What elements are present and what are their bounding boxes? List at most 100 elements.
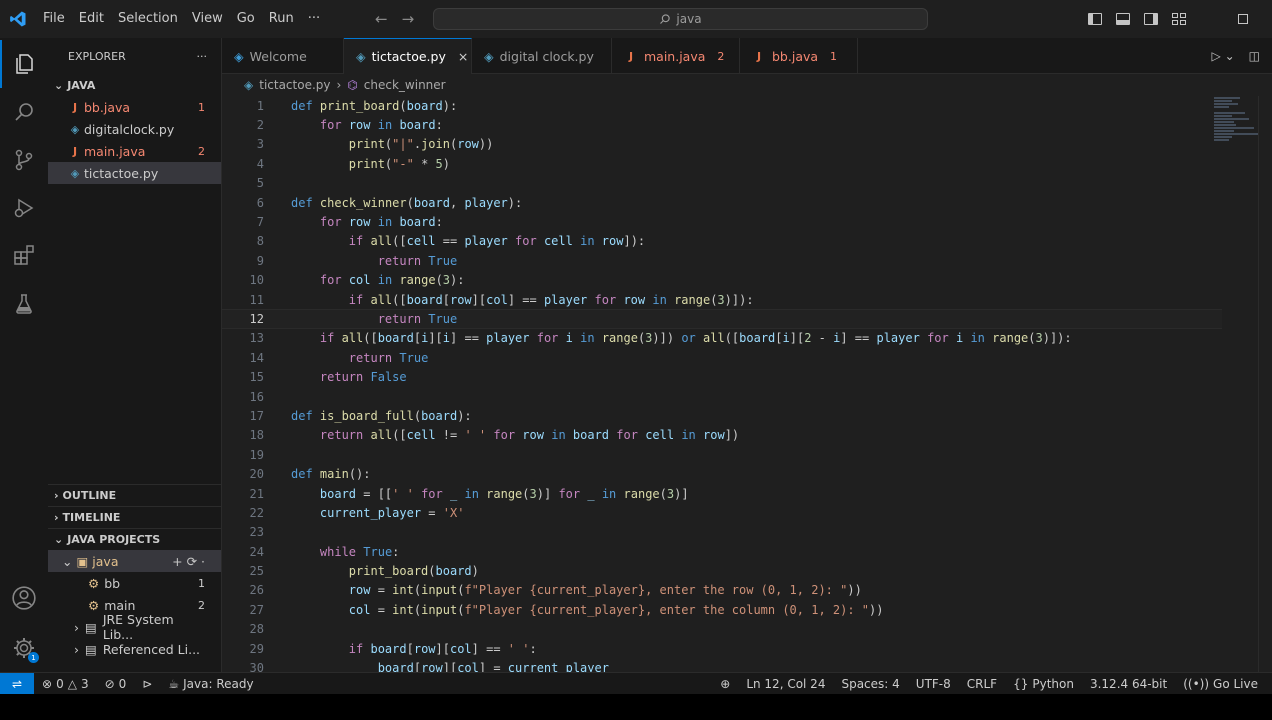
breadcrumb-file[interactable]: tictactoe.py	[259, 78, 330, 92]
code-line[interactable]: 29 if board[row][col] == ' ':	[222, 639, 1222, 658]
library-item-jre[interactable]: › ▤ JRE System Lib...	[48, 612, 221, 642]
breadcrumb: ◈ tictactoe.py › ⌬ check_winner	[222, 74, 1272, 96]
code-editor[interactable]: 1 def print_board(board): 2 for row in boa…	[222, 96, 1272, 672]
settings-gear-icon[interactable]: 1	[0, 624, 48, 672]
code-line[interactable]: 19	[222, 445, 1222, 464]
code-line[interactable]: 2 for row in board:	[222, 115, 1222, 134]
code-line[interactable]: 7 for row in board:	[222, 212, 1222, 231]
folder-java-header[interactable]: ⌄ JAVA	[48, 74, 221, 96]
package-item-bb[interactable]: ⚙ bb 1	[48, 572, 221, 594]
code-line[interactable]: 22 current_player = 'X'	[222, 503, 1222, 522]
code-line[interactable]: 6 def check_winner(board, player):	[222, 193, 1222, 212]
tab-bb-java[interactable]: J bb.java 1	[740, 38, 858, 74]
code-line[interactable]: 15 return False	[222, 367, 1222, 386]
tab-main-java[interactable]: J main.java 2	[612, 38, 740, 74]
timeline-section-header[interactable]: › TIMELINE	[48, 506, 221, 528]
code-line[interactable]: 11 if all([board[row][col] == player for…	[222, 290, 1222, 309]
go-live-button[interactable]: ((•)) Go Live	[1175, 677, 1266, 691]
java-status[interactable]: ☕ Java: Ready	[160, 677, 261, 691]
vertical-scrollbar[interactable]	[1258, 96, 1272, 672]
customize-layout-icon[interactable]	[1172, 13, 1186, 25]
code-line[interactable]: 24 while True:	[222, 542, 1222, 561]
library-item-referenced[interactable]: › ▤ Referenced Li...	[48, 638, 221, 660]
menu-more[interactable]: ···	[301, 0, 327, 38]
command-center-search[interactable]: java	[433, 8, 928, 30]
explorer-more-actions[interactable]: ···	[197, 50, 208, 63]
java-projects-section-header[interactable]: ⌄ JAVA PROJECTS	[48, 528, 221, 550]
code-line[interactable]: 12 return True	[222, 309, 1222, 329]
code-line[interactable]: 28	[222, 620, 1222, 639]
cursor-position[interactable]: Ln 12, Col 24	[738, 677, 833, 691]
code-line[interactable]: 8 if all([cell == player for cell in row…	[222, 232, 1222, 251]
code-line[interactable]: 18 return all([cell != ' ' for row in bo…	[222, 426, 1222, 445]
code-line[interactable]: 25 print_board(board)	[222, 561, 1222, 580]
minimap[interactable]	[1214, 96, 1258, 156]
account-icon[interactable]	[0, 574, 48, 622]
zoom-indicator[interactable]: ⊕	[712, 677, 738, 691]
menu-view[interactable]: View	[185, 0, 230, 38]
code-line[interactable]: 5	[222, 174, 1222, 193]
search-icon[interactable]	[0, 88, 48, 136]
code-line[interactable]: 26 row = int(input(f"Player {current_pla…	[222, 581, 1222, 600]
file-item-digitalclock-py[interactable]: ◈ digitalclock.py	[48, 118, 221, 140]
split-editor-icon[interactable]: ◫	[1249, 49, 1260, 63]
debug-indicator[interactable]: ⊳	[134, 677, 160, 691]
code-line[interactable]: 20 def main():	[222, 464, 1222, 483]
status-bar: ⇌ ⊗ 0 △ 3 ⊘ 0 ⊳ ☕ Java: Ready ⊕ Ln 12, C…	[0, 672, 1272, 694]
go-live-label: Go Live	[1213, 677, 1258, 691]
python-interpreter[interactable]: 3.12.4 64-bit	[1082, 677, 1175, 691]
toggle-panel-icon[interactable]	[1116, 13, 1130, 25]
outline-section-header[interactable]: › OUTLINE	[48, 484, 221, 506]
code-line[interactable]: 17 def is_board_full(board):	[222, 406, 1222, 425]
indentation[interactable]: Spaces: 4	[833, 677, 907, 691]
file-item-bb-java[interactable]: J bb.java 1	[48, 96, 221, 118]
toggle-secondary-sidebar-icon[interactable]	[1144, 13, 1158, 25]
menu-run[interactable]: Run	[262, 0, 301, 38]
code-line[interactable]: 30 board[row][col] = current_player	[222, 658, 1222, 672]
source-control-icon[interactable]	[0, 136, 48, 184]
menu-file[interactable]: File	[36, 0, 72, 38]
breadcrumb-symbol[interactable]: check_winner	[364, 78, 446, 92]
code-line[interactable]: 16	[222, 387, 1222, 406]
file-item-tictactoe-py[interactable]: ◈ tictactoe.py	[48, 162, 221, 184]
menu-go[interactable]: Go	[230, 0, 262, 38]
testing-flask-icon[interactable]	[0, 280, 48, 328]
code-line[interactable]: 1 def print_board(board):	[222, 96, 1222, 115]
code-line[interactable]: 9 return True	[222, 251, 1222, 270]
tab-digital-clock[interactable]: ◈ digital clock.py	[472, 38, 612, 74]
code-line[interactable]: 23	[222, 523, 1222, 542]
end-of-line[interactable]: CRLF	[959, 677, 1005, 691]
toggle-primary-sidebar-icon[interactable]	[1088, 13, 1102, 25]
line-source: def print_board(board):	[291, 98, 458, 113]
menu-edit[interactable]: Edit	[72, 0, 111, 38]
line-number: 18	[249, 428, 264, 443]
problems-indicator[interactable]: ⊗ 0 △ 3	[34, 677, 97, 691]
code-line[interactable]: 13 if all([board[i][i] == player for i i…	[222, 329, 1222, 348]
code-line[interactable]: 10 for col in range(3):	[222, 271, 1222, 290]
code-line[interactable]: 14 return True	[222, 348, 1222, 367]
line-source: board = [[' ' for _ in range(3)] for _ i…	[319, 486, 689, 501]
run-file-icon[interactable]: ▷ ⌄	[1212, 49, 1235, 63]
code-line[interactable]: 27 col = int(input(f"Player {current_pla…	[222, 600, 1222, 619]
run-debug-icon[interactable]	[0, 184, 48, 232]
forward-arrow-icon[interactable]: →	[402, 10, 415, 28]
back-arrow-icon[interactable]: ←	[375, 10, 388, 28]
explorer-icon[interactable]	[0, 40, 48, 88]
language-mode[interactable]: {} Python	[1005, 677, 1082, 691]
menu-selection[interactable]: Selection	[111, 0, 185, 38]
ports-indicator[interactable]: ⊘ 0	[97, 677, 135, 691]
maximize-icon[interactable]	[1238, 14, 1248, 24]
project-item-java[interactable]: ⌄ ▣ java + ⟳ ·	[48, 550, 221, 572]
project-actions[interactable]: + ⟳ ·	[172, 554, 205, 569]
code-line[interactable]: 4 print("-" * 5)	[222, 154, 1222, 173]
code-line[interactable]: 3 print("|".join(row))	[222, 135, 1222, 154]
close-tab-icon[interactable]: ×	[458, 49, 468, 64]
python-file-icon: ◈	[484, 48, 494, 64]
code-line[interactable]: 21 board = [[' ' for _ in range(3)] for …	[222, 484, 1222, 503]
tab-welcome[interactable]: ◈ Welcome	[222, 38, 344, 74]
extensions-icon[interactable]	[0, 232, 48, 280]
file-item-main-java[interactable]: J main.java 2	[48, 140, 221, 162]
tab-tictactoe[interactable]: ◈ tictactoe.py ×	[344, 38, 472, 74]
remote-indicator-icon[interactable]: ⇌	[0, 673, 34, 694]
encoding[interactable]: UTF-8	[908, 677, 959, 691]
